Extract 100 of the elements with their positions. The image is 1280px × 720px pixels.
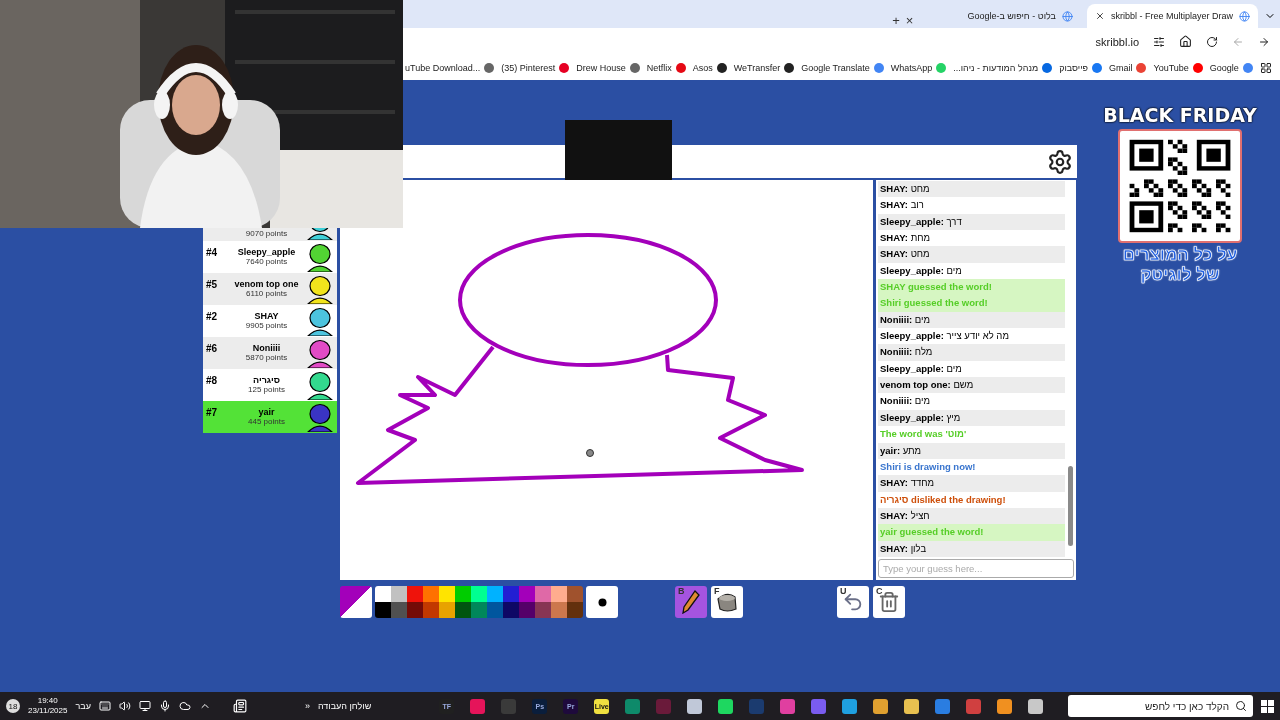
color-swatch[interactable]: [519, 586, 535, 602]
undo-button[interactable]: U: [837, 586, 869, 618]
color-swatch[interactable]: [503, 602, 519, 618]
bookmark[interactable]: WhatsApp: [890, 62, 947, 73]
bookmark[interactable]: YouTube: [1153, 62, 1203, 73]
player-avatar: [305, 242, 335, 272]
drawing-canvas[interactable]: [340, 180, 873, 580]
color-swatch[interactable]: [423, 586, 439, 602]
color-swatch[interactable]: [471, 586, 487, 602]
player-name: Sleepy_apple: [237, 247, 296, 257]
scrollbar-thumb[interactable]: [1068, 466, 1073, 546]
widgets-icon[interactable]: [232, 699, 247, 713]
monitor-icon[interactable]: [138, 700, 151, 712]
apps-icon[interactable]: [1259, 61, 1272, 74]
color-swatch[interactable]: [391, 602, 407, 618]
app-icon[interactable]: [780, 698, 796, 714]
search-field[interactable]: הקלד כאן כדי לחפש: [1068, 695, 1253, 717]
color-swatch[interactable]: [439, 586, 455, 602]
forward-icon[interactable]: [1258, 35, 1270, 48]
color-swatch[interactable]: [455, 602, 471, 618]
keyboard-icon[interactable]: [98, 700, 111, 712]
bookmark[interactable]: מנהל המודעות - ניהו...: [953, 62, 1053, 73]
app-icon[interactable]: [1028, 698, 1044, 714]
app-icon[interactable]: [873, 698, 889, 714]
brush-cursor-icon: [586, 449, 594, 457]
app-icon[interactable]: [687, 698, 703, 714]
site-icon: [784, 62, 795, 73]
bookmark[interactable]: Gmail: [1108, 62, 1147, 73]
bookmark[interactable]: Drew House: [576, 62, 640, 73]
color-swatch[interactable]: [439, 602, 455, 618]
site-icon: [1091, 62, 1102, 73]
guess-input[interactable]: Type your guess here...: [878, 558, 1074, 578]
color-swatch[interactable]: [391, 586, 407, 602]
bookmark[interactable]: פייסבוק: [1059, 62, 1102, 73]
desktop-arrow[interactable]: »: [304, 701, 310, 711]
settings-icon[interactable]: [1047, 148, 1073, 175]
bookmark[interactable]: Google: [1209, 62, 1253, 73]
color-swatch[interactable]: [519, 602, 535, 618]
color-swatch[interactable]: [375, 602, 391, 618]
color-swatch[interactable]: [455, 586, 471, 602]
browser-tab[interactable]: בלוט - חיפוש ב-Google: [959, 4, 1081, 28]
app-icon[interactable]: [997, 698, 1013, 714]
bookmark[interactable]: Netflix: [646, 62, 686, 73]
home-icon[interactable]: [1179, 35, 1192, 48]
bookmark[interactable]: WeTransfer: [733, 62, 795, 73]
app-icon[interactable]: [904, 698, 920, 714]
language-indicator[interactable]: עבר: [75, 701, 91, 711]
address-bar[interactable]: skribbl.io: [1095, 35, 1139, 48]
color-swatch[interactable]: [487, 586, 503, 602]
brush-size-button[interactable]: [586, 586, 618, 618]
site-icon: [1242, 62, 1253, 73]
player-rank: #4: [206, 246, 219, 258]
player-points: 6110 points: [246, 289, 287, 299]
clock[interactable]: 19:40 23/11/2025: [28, 696, 68, 716]
cloud-icon[interactable]: [178, 700, 191, 712]
app-icon[interactable]: [935, 698, 951, 714]
windows-logo-icon[interactable]: [1261, 699, 1274, 713]
fill-tool[interactable]: F: [711, 586, 743, 618]
player-avatar: [305, 370, 335, 400]
color-swatch[interactable]: [567, 602, 583, 618]
player-avatar: [305, 274, 335, 304]
app-icon[interactable]: [718, 698, 734, 714]
color-swatch[interactable]: [407, 586, 423, 602]
new-tab-button[interactable]: +: [892, 13, 900, 28]
close-tabs-button[interactable]: ×: [905, 13, 914, 28]
color-swatch[interactable]: [551, 602, 567, 618]
color-swatch[interactable]: [567, 586, 583, 602]
player-avatar: [305, 306, 335, 336]
app-icon[interactable]: [842, 698, 858, 714]
speaker-icon[interactable]: [118, 700, 131, 712]
player-avatar: [305, 338, 335, 368]
close-icon[interactable]: [1094, 11, 1105, 21]
player-rank: #6: [206, 342, 219, 354]
desktop-label[interactable]: שולחן העבודה: [317, 701, 372, 711]
notification-badge[interactable]: 18: [6, 699, 20, 713]
color-swatch[interactable]: [487, 602, 503, 618]
site-icon: [1136, 62, 1147, 73]
site-icon: [1192, 62, 1203, 73]
search-icon: [1235, 700, 1247, 712]
site-settings-icon[interactable]: [1153, 35, 1165, 48]
color-swatch[interactable]: [535, 586, 551, 602]
color-swatch[interactable]: [551, 586, 567, 602]
reload-icon[interactable]: [1206, 35, 1218, 48]
bookmark[interactable]: uTube Download...: [405, 62, 495, 73]
color-swatch[interactable]: [423, 602, 439, 618]
color-swatch[interactable]: [535, 602, 551, 618]
site-icon: [675, 62, 686, 73]
color-swatch[interactable]: [471, 602, 487, 618]
browser-tab[interactable]: skribbl - Free Multiplayer Draw: [1086, 4, 1258, 28]
bookmark[interactable]: Asos: [692, 62, 727, 73]
player-points: 7640 points: [245, 257, 288, 267]
bookmark[interactable]: (35) Pinterest: [501, 62, 570, 73]
chat-message: Shiri guessed the word!: [878, 295, 1065, 312]
color-swatch[interactable]: [375, 586, 391, 602]
current-color[interactable]: [340, 586, 372, 618]
color-swatch[interactable]: [407, 602, 423, 618]
color-swatch[interactable]: [503, 586, 519, 602]
microphone-icon[interactable]: [158, 700, 171, 712]
bookmark[interactable]: Google Translate: [801, 62, 884, 73]
clear-button[interactable]: C: [873, 586, 905, 618]
